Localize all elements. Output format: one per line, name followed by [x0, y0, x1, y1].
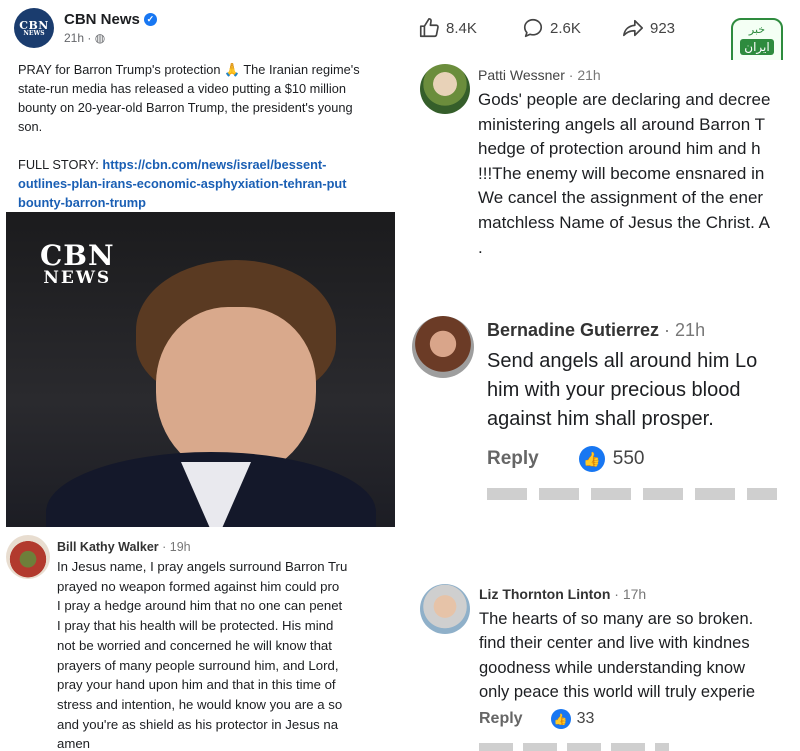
comment-line: not be worried and concerned he will kno… [57, 637, 332, 653]
page-avatar[interactable]: CBN NEWS [14, 8, 54, 48]
collage-divider [400, 0, 406, 751]
comment-line: stress and intention, he would know you … [57, 696, 343, 712]
comment-time: · 17h [610, 586, 647, 602]
post-timestamp: 21h · ◍ [64, 31, 157, 45]
next-comment-cutoff [487, 488, 777, 500]
comment-author[interactable]: Liz Thornton Linton [479, 586, 610, 602]
post-text-spacer [18, 136, 398, 155]
share-arrow-icon [623, 19, 643, 37]
comment-likes[interactable]: 👍 33 [550, 709, 595, 729]
comment-like-count: 550 [612, 448, 645, 469]
comment-author-row: Bill Kathy Walker · 19h [57, 540, 191, 554]
comment-line: goodness while understanding know [479, 658, 746, 677]
comment-line: We cancel the assignment of the ener [478, 188, 764, 208]
comment-body: Send angels all around him Lo him with y… [487, 347, 757, 434]
comment-actions: Reply 👍 550 [487, 446, 644, 472]
comment-line: find their center and live with kindnes [479, 634, 750, 653]
share-button[interactable]: 923 [622, 17, 675, 39]
comment-body: The hearts of so many are so broken. fin… [479, 607, 755, 704]
badge-logo-top: خبر [748, 23, 766, 36]
avatar-logo-text: CBN [19, 18, 49, 32]
story-link[interactable]: outlines-plan-irans-economic-asphyxiatio… [18, 174, 398, 193]
like-count: 8.4K [446, 19, 477, 37]
comment-time: · 21h [659, 320, 706, 340]
story-link[interactable]: bounty-barron-trump [18, 193, 398, 212]
post-time-text[interactable]: 21h · [64, 31, 95, 45]
next-comment-cutoff [479, 743, 669, 751]
facebook-post: CBN NEWS CBN News ✓ 21h · ◍ PRAY for Bar… [0, 0, 400, 527]
comment: Bill Kathy Walker · 19h In Jesus name, I… [0, 533, 400, 751]
story-link-row: FULL STORY: https://cbn.com/news/israel/… [18, 155, 398, 174]
comment-actions: Reply 👍 33 [479, 709, 594, 729]
thumbs-up-icon [419, 18, 439, 38]
avatar[interactable] [420, 64, 470, 114]
comment-bubble-icon [523, 18, 543, 38]
comment-line: prayers of many people surround him, and… [57, 657, 339, 673]
watermark-line: NEWS [43, 268, 112, 288]
page-name-row: CBN News ✓ [64, 11, 157, 28]
post-image[interactable]: CBN NEWS [6, 212, 395, 527]
comment-count: 2.6K [550, 19, 581, 37]
comment-line: amen [57, 736, 90, 751]
comment-line: pray your hand upon him and that in this… [57, 677, 336, 693]
comment-line: Send angels all around him Lo [487, 350, 758, 372]
avatar[interactable] [6, 535, 50, 579]
avatar[interactable] [412, 316, 474, 378]
comment-line: Gods' people are declaring and decree [478, 90, 771, 109]
verified-icon: ✓ [143, 13, 157, 26]
comment: Patti Wessner · 21h Gods' people are dec… [406, 60, 800, 310]
image-watermark: CBN NEWS [40, 242, 115, 287]
comment-line: him with your precious blood [487, 379, 741, 401]
watermark-line: CBN [40, 239, 115, 272]
story-link[interactable]: https://cbn.com/news/israel/bessent- [102, 157, 326, 172]
share-count: 923 [650, 19, 676, 37]
comment-line: In Jesus name, I pray angels surround Ba… [57, 559, 348, 574]
comment-likes[interactable]: 👍 550 [578, 446, 645, 472]
comment-line: against him shall prosper. [487, 408, 714, 430]
comment-line: only peace this world will truly experie [479, 682, 756, 701]
story-label: FULL STORY: [18, 157, 103, 172]
post-text-line: son. [18, 119, 43, 134]
comment-line: and you're as shield as his protector in… [57, 716, 339, 732]
comment-body: In Jesus name, I pray angels surround Ba… [57, 557, 347, 751]
comment-body: Gods' people are declaring and decree mi… [478, 88, 770, 260]
comment-author-row: Patti Wessner · 21h [478, 67, 601, 83]
comment-time: · 21h [564, 67, 601, 83]
comment-button[interactable]: 2.6K [522, 17, 581, 39]
badge-logo-bottom: ایران [740, 39, 774, 55]
comment-line: I pray that his health will be protected… [57, 618, 334, 634]
comment-line: The hearts of so many are so broken. [479, 610, 754, 628]
post-body: PRAY for Barron Trump's protection 🙏 The… [18, 60, 398, 212]
avatar[interactable] [420, 584, 470, 634]
globe-icon: ◍ [94, 31, 106, 45]
comment-author[interactable]: Patti Wessner [478, 67, 565, 83]
post-text-line: PRAY for Barron Trump's protection 🙏 The… [18, 62, 360, 77]
like-badge-icon: 👍 [550, 709, 571, 729]
reply-button[interactable]: Reply [487, 448, 539, 470]
post-text-line: bounty on 20-year-old Barron Trump, the … [18, 100, 353, 115]
comment-line: . [478, 237, 483, 257]
comment-like-count: 33 [576, 710, 595, 727]
comment-line: !!!The enemy will become ensnared in [478, 163, 765, 183]
post-text-line: state-run media has released a video put… [18, 81, 346, 96]
comment: Bernadine Gutierrez · 21h Send angels al… [406, 310, 800, 500]
comment-line: matchless Name of Jesus the Christ. A [478, 212, 770, 232]
comment-author-row: Bernadine Gutierrez · 21h [487, 320, 705, 341]
like-badge-icon: 👍 [578, 446, 605, 472]
comment-author[interactable]: Bill Kathy Walker [57, 540, 159, 554]
comment: Liz Thornton Linton · 17h The hearts of … [406, 527, 800, 751]
comment-author[interactable]: Bernadine Gutierrez [487, 320, 659, 340]
like-button[interactable]: 8.4K [418, 17, 477, 39]
comment-time: · 19h [158, 540, 191, 554]
comment-line: hedge of protection around him and h [478, 139, 761, 159]
comment-line: prayed no weapon formed against him coul… [57, 578, 340, 594]
reply-button[interactable]: Reply [479, 710, 523, 728]
comment-author-row: Liz Thornton Linton · 17h [479, 586, 646, 602]
comment-line: ministering angels all around Barron T [478, 114, 765, 134]
avatar-logo-subtext: NEWS [23, 29, 45, 37]
page-name[interactable]: CBN News [64, 11, 140, 28]
post-header: CBN NEWS CBN News ✓ 21h · ◍ [14, 8, 157, 48]
comment-line: I pray a hedge around him that no one ca… [57, 598, 343, 614]
photo-face [156, 307, 316, 477]
